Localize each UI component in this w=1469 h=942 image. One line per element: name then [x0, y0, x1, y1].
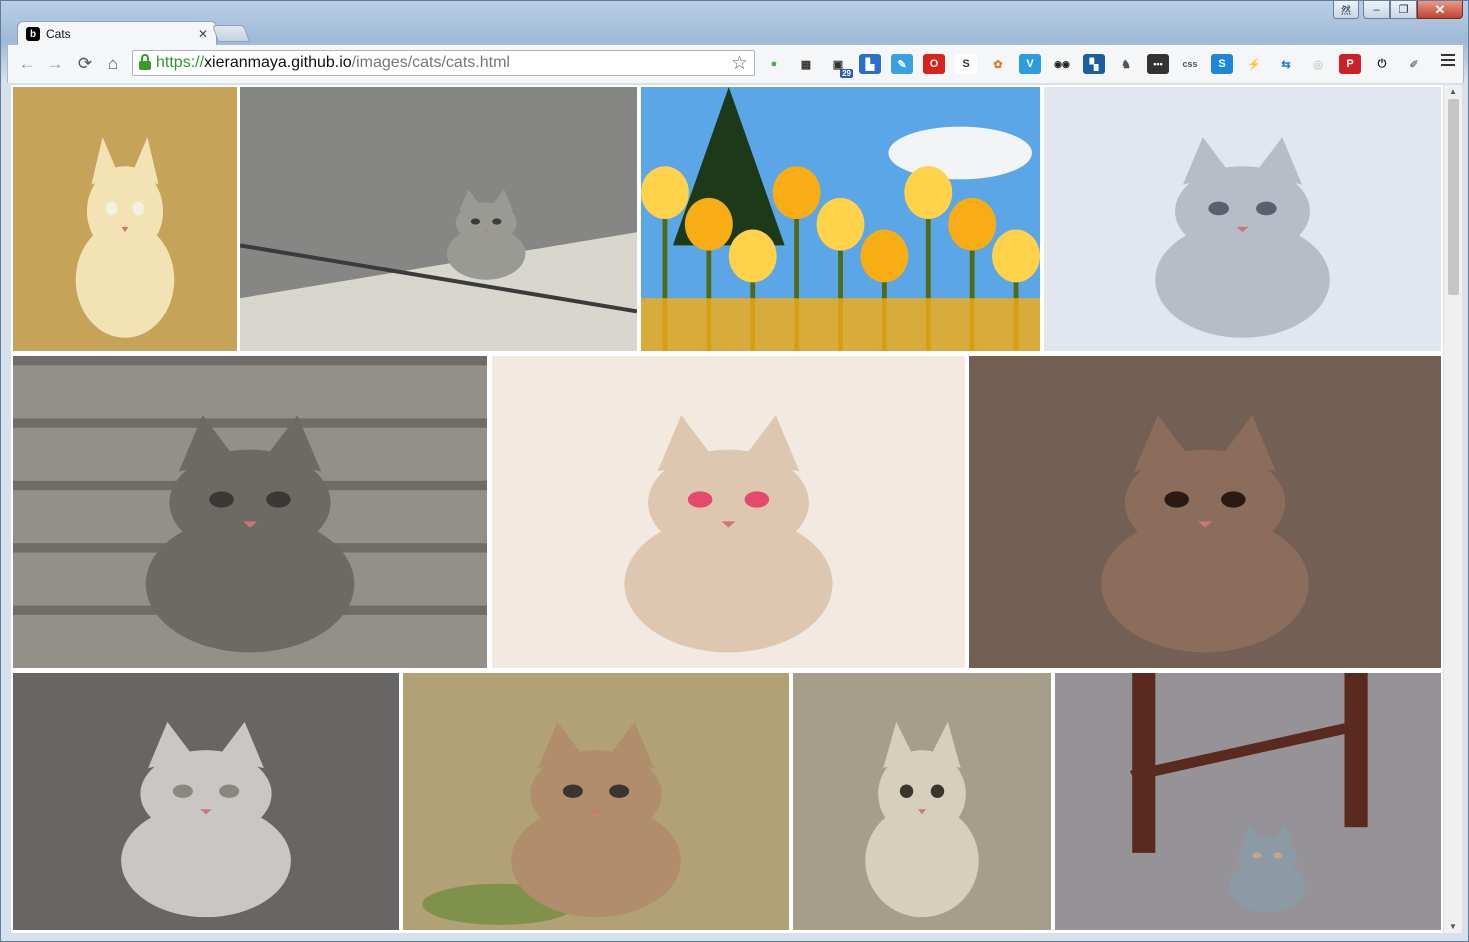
page-viewport	[11, 85, 1443, 933]
tab-cats[interactable]: b Cats ✕	[17, 21, 217, 46]
window-extension-icon[interactable]: ▚	[1083, 54, 1105, 74]
url-host: xieranmaya.github.io	[204, 54, 352, 71]
screenshot-extension-icon[interactable]: ▙	[859, 54, 881, 74]
lightning-extension-icon[interactable]: ⚡	[1243, 54, 1265, 74]
qr-code-extension-icon[interactable]: ▦	[795, 54, 817, 74]
photo-sepia-kitten-table[interactable]	[793, 673, 1051, 930]
browser-toolbar: ← → ⟳ ⌂ https:// xieranmaya.github.io /i…	[7, 45, 1464, 83]
scrollbar-thumb[interactable]	[1448, 99, 1459, 295]
photo-yellow-tulips[interactable]	[641, 87, 1040, 351]
pen-extension-icon[interactable]: ✎	[891, 54, 913, 74]
address-bar[interactable]: https:// xieranmaya.github.io /images/ca…	[132, 50, 755, 76]
s-blue-extension-icon[interactable]: S	[1211, 54, 1233, 74]
photo-kitten-clothespin[interactable]	[13, 87, 237, 351]
close-window-button[interactable]: ✕	[1417, 1, 1463, 19]
browser-window: 然 – ❐ ✕ b Cats ✕ ← → ⟳ ⌂ https:// xieran…	[0, 0, 1469, 942]
scroll-up-icon[interactable]: ▲	[1449, 87, 1457, 96]
home-button[interactable]: ⌂	[102, 53, 124, 75]
v-circle-extension-icon[interactable]: V	[1019, 54, 1041, 74]
url-scheme: https://	[156, 54, 205, 71]
back-button[interactable]: ←	[16, 53, 38, 75]
title-bar: 然 – ❐ ✕	[1, 1, 1469, 21]
qr-count-extension-icon[interactable]: ▣ 29	[827, 54, 853, 78]
tag-extension-icon[interactable]: ✐	[1403, 54, 1425, 74]
tab-strip: b Cats ✕	[11, 21, 1461, 46]
css-extension-icon[interactable]: css	[1179, 54, 1201, 74]
window-controls: 然 – ❐ ✕	[1333, 1, 1463, 19]
dots-extension-icon[interactable]: •••	[1147, 54, 1169, 74]
photo-tabby-kitten-steps[interactable]	[13, 356, 487, 668]
fruit-extension-icon[interactable]: ✿	[987, 54, 1009, 74]
ime-indicator[interactable]: 然	[1333, 1, 1359, 19]
extension-badge: 29	[840, 69, 853, 78]
chrome-menu-icon[interactable]	[1441, 54, 1455, 69]
scroll-down-icon[interactable]: ▼	[1449, 922, 1457, 931]
evernote-extension-icon[interactable]: ♞	[1115, 54, 1137, 74]
green-dot-extension-icon[interactable]: ●	[763, 54, 785, 74]
new-tab-button[interactable]	[211, 25, 251, 42]
maximize-button[interactable]: ❐	[1390, 1, 1417, 19]
tab-close-icon[interactable]: ✕	[198, 27, 208, 41]
tab-title: Cats	[46, 27, 71, 41]
translate-extension-icon[interactable]: ⇆	[1275, 54, 1297, 74]
glasses-extension-icon[interactable]: ◉◉	[1051, 54, 1073, 74]
minimize-button[interactable]: –	[1363, 1, 1390, 19]
photo-cat-on-boat[interactable]	[240, 87, 637, 351]
power-extension-icon[interactable]: ⏻	[1371, 54, 1393, 74]
record-extension-icon[interactable]: ◎	[1307, 54, 1329, 74]
photo-white-kitten-chair[interactable]	[969, 356, 1441, 668]
forward-button[interactable]: →	[44, 53, 66, 75]
s-box-extension-icon[interactable]: S	[955, 54, 977, 74]
photo-kitten-cat-tree[interactable]	[492, 356, 965, 668]
photo-calico-kitten-chair[interactable]	[1055, 673, 1441, 930]
vertical-scrollbar[interactable]: ▲ ▼	[1443, 85, 1462, 933]
bookmark-star-icon[interactable]: ☆	[731, 52, 748, 75]
url-path: /images/cats/cats.html	[351, 54, 510, 71]
reload-button[interactable]: ⟳	[74, 53, 96, 75]
photo-blue-eyed-kitten[interactable]	[1044, 87, 1441, 351]
photo-silver-tabby-profile[interactable]	[13, 673, 399, 930]
photo-tabby-walking-dirt[interactable]	[403, 673, 789, 930]
secure-lock-icon	[139, 54, 151, 70]
blogger-favicon-icon: b	[26, 27, 40, 41]
extension-bar: ● ▦ ▣ 29 ▙ ✎ O S ✿ V ◉◉ ▚ ♞ ••• css S ⚡ ⇆ ◎ P ⏻ ✐	[763, 52, 1435, 78]
opera-extension-icon[interactable]: O	[923, 54, 945, 74]
pinterest-extension-icon[interactable]: P	[1339, 54, 1361, 74]
